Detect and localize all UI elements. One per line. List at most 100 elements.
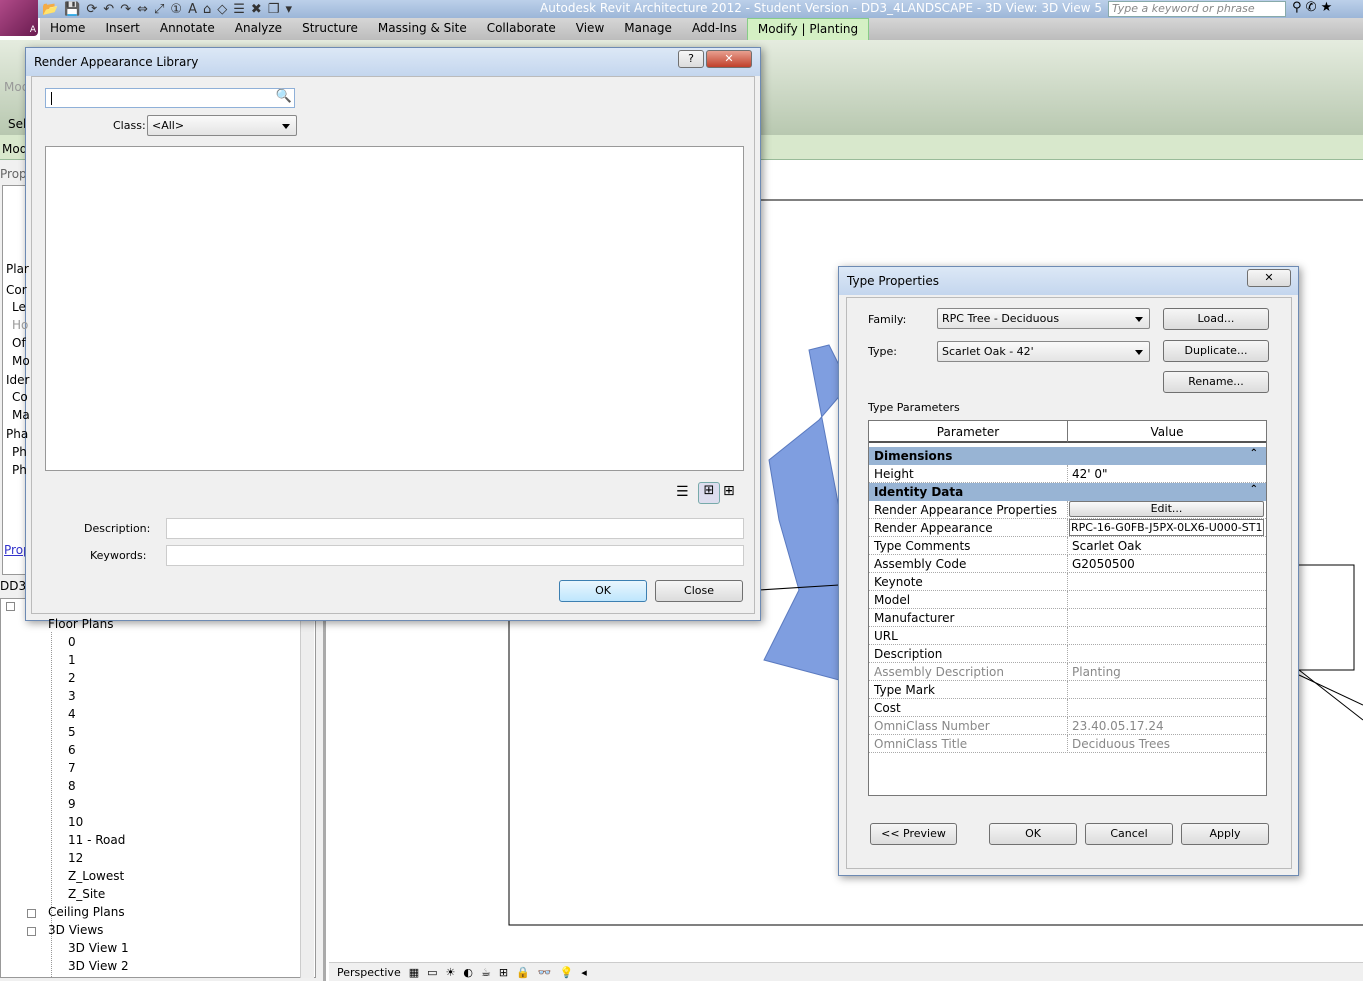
class-dropdown[interactable]: <All>	[147, 115, 297, 136]
tree-floor-plans[interactable]: Floor Plans	[48, 617, 113, 631]
tab-structure[interactable]: Structure	[292, 18, 368, 40]
application-menu-button[interactable]: A	[0, 0, 38, 36]
close-window-button[interactable]: ✕	[706, 50, 752, 68]
tree-level[interactable]: 6	[68, 743, 76, 757]
ok-button[interactable]: OK	[989, 823, 1077, 845]
close-button[interactable]: Close	[655, 580, 743, 602]
switch-windows-icon[interactable]: ❐	[268, 2, 280, 17]
text-icon[interactable]: A	[188, 2, 197, 17]
collapse-icon[interactable]	[6, 602, 15, 611]
library-search-input[interactable]: 🔍	[45, 88, 295, 108]
large-thumbnail-view-icon[interactable]: ⊞	[723, 483, 735, 499]
render-icon[interactable]: ☕	[481, 966, 491, 979]
measure-icon[interactable]: ⇔	[137, 2, 148, 17]
crop-icon[interactable]: ▭	[427, 966, 437, 979]
tag-icon[interactable]: ①	[170, 2, 182, 17]
shadows-off-icon[interactable]: ◐	[463, 966, 473, 979]
sun-off-icon[interactable]: ☀	[446, 966, 456, 979]
appearance-list[interactable]	[45, 146, 744, 471]
tab-insert[interactable]: Insert	[95, 18, 149, 40]
parameter-group-header[interactable]: Identity Data ⌃	[869, 483, 1266, 501]
thin-lines-icon[interactable]: ☰	[233, 2, 245, 17]
parameter-value[interactable]: 23.40.05.17.24	[1072, 719, 1164, 733]
list-view-icon[interactable]: ☰	[676, 484, 689, 500]
parameter-group-header[interactable]: Dimensions ⌃	[869, 447, 1266, 465]
parameter-value[interactable]: Scarlet Oak	[1072, 539, 1142, 553]
3d-view-icon[interactable]: ⌂	[203, 2, 211, 17]
tree-3d-view[interactable]: 3D View 2	[68, 959, 129, 973]
tab-view[interactable]: View	[566, 18, 614, 40]
cancel-button[interactable]: Cancel	[1085, 823, 1173, 845]
infocenter-search-input[interactable]: Type a keyword or phrase	[1108, 1, 1286, 17]
parameter-value[interactable]: Planting	[1072, 665, 1121, 679]
tab-home[interactable]: Home	[40, 18, 95, 40]
browser-scrollbar[interactable]	[300, 620, 314, 978]
hide-isolate-icon[interactable]: 👓	[538, 966, 552, 979]
scroll-left-icon[interactable]: ◂	[581, 966, 587, 979]
tab-collaborate[interactable]: Collaborate	[477, 18, 566, 40]
apply-button[interactable]: Apply	[1181, 823, 1269, 845]
tree-level[interactable]: 9	[68, 797, 76, 811]
parameter-value[interactable]: Deciduous Trees	[1072, 737, 1170, 751]
expand-icon[interactable]	[27, 909, 36, 918]
search-icon[interactable]: 🔍	[276, 89, 292, 104]
tree-level[interactable]: 4	[68, 707, 76, 721]
redo-icon[interactable]: ↷	[120, 2, 131, 17]
tab-add-ins[interactable]: Add-Ins	[682, 18, 747, 40]
tree-level[interactable]: 2	[68, 671, 76, 685]
visual-style-icon[interactable]: ▦	[409, 966, 419, 979]
tree-level[interactable]: Z_Lowest	[68, 869, 124, 883]
view-mode-label[interactable]: Perspective	[337, 966, 401, 979]
load-button[interactable]: Load...	[1163, 308, 1269, 330]
tree-level[interactable]: 5	[68, 725, 76, 739]
parameter-value[interactable]: 42' 0"	[1072, 467, 1108, 481]
tab-manage[interactable]: Manage	[614, 18, 682, 40]
collapse-group-icon[interactable]: ⌃	[1250, 448, 1258, 459]
tree-ceiling-plans[interactable]: Ceiling Plans	[48, 905, 125, 919]
column-header-parameter[interactable]: Parameter	[869, 421, 1068, 443]
save-icon[interactable]: 💾	[64, 2, 80, 17]
collapse-icon[interactable]	[27, 927, 36, 936]
type-dropdown[interactable]: Scarlet Oak - 42'	[937, 341, 1150, 362]
tree-level[interactable]: 11 - Road	[68, 833, 125, 847]
crop-region-icon[interactable]: ⊞	[499, 966, 508, 979]
section-icon[interactable]: ◇	[217, 2, 227, 17]
parameter-value[interactable]: RPC-16-G0FB-J5PX-0LX6-U000-ST1L	[1069, 519, 1264, 536]
open-icon[interactable]: 📂	[42, 2, 58, 17]
customize-icon[interactable]: ▾	[285, 2, 292, 17]
tab-analyze[interactable]: Analyze	[225, 18, 292, 40]
tree-level[interactable]: 8	[68, 779, 76, 793]
reveal-icon[interactable]: 💡	[560, 966, 574, 979]
rename-button[interactable]: Rename...	[1163, 371, 1269, 393]
preview-button[interactable]: << Preview	[870, 823, 957, 845]
tree-level[interactable]: 3	[68, 689, 76, 703]
tree-level[interactable]: 10	[68, 815, 83, 829]
column-header-value[interactable]: Value	[1068, 421, 1266, 443]
tree-level[interactable]: Z_Site	[68, 887, 105, 901]
edit-button[interactable]: Edit...	[1069, 501, 1264, 517]
dimension-icon[interactable]: ⤢	[154, 2, 164, 17]
select-label[interactable]: Sel	[8, 117, 26, 131]
thumbnail-view-icon[interactable]: ⊞	[698, 482, 720, 504]
sync-icon[interactable]: ⟳	[86, 2, 97, 17]
collapse-group-icon[interactable]: ⌃	[1250, 484, 1258, 495]
tree-3d-views[interactable]: 3D Views	[48, 923, 103, 937]
ok-button[interactable]: OK	[559, 580, 647, 602]
close-window-button[interactable]: ✕	[1247, 269, 1291, 287]
tree-level[interactable]: 12	[68, 851, 83, 865]
tab-annotate[interactable]: Annotate	[150, 18, 225, 40]
duplicate-button[interactable]: Duplicate...	[1163, 340, 1269, 362]
infocenter-icons[interactable]: ⚲ ✆ ★	[1292, 0, 1332, 15]
tree-level[interactable]: 1	[68, 653, 76, 667]
tree-level[interactable]: 0	[68, 635, 76, 649]
lock-view-icon[interactable]: 🔒	[516, 966, 530, 979]
help-button[interactable]: ?	[678, 50, 704, 68]
close-hidden-icon[interactable]: ✖	[251, 2, 262, 17]
tab-massing-site[interactable]: Massing & Site	[368, 18, 477, 40]
tree-level[interactable]: 7	[68, 761, 76, 775]
family-dropdown[interactable]: RPC Tree - Deciduous	[937, 308, 1150, 329]
tree-3d-view[interactable]: 3D View 1	[68, 941, 129, 955]
parameter-value[interactable]: G2050500	[1072, 557, 1135, 571]
undo-icon[interactable]: ↶	[103, 2, 114, 17]
tab-modify-planting[interactable]: Modify | Planting	[746, 18, 870, 40]
